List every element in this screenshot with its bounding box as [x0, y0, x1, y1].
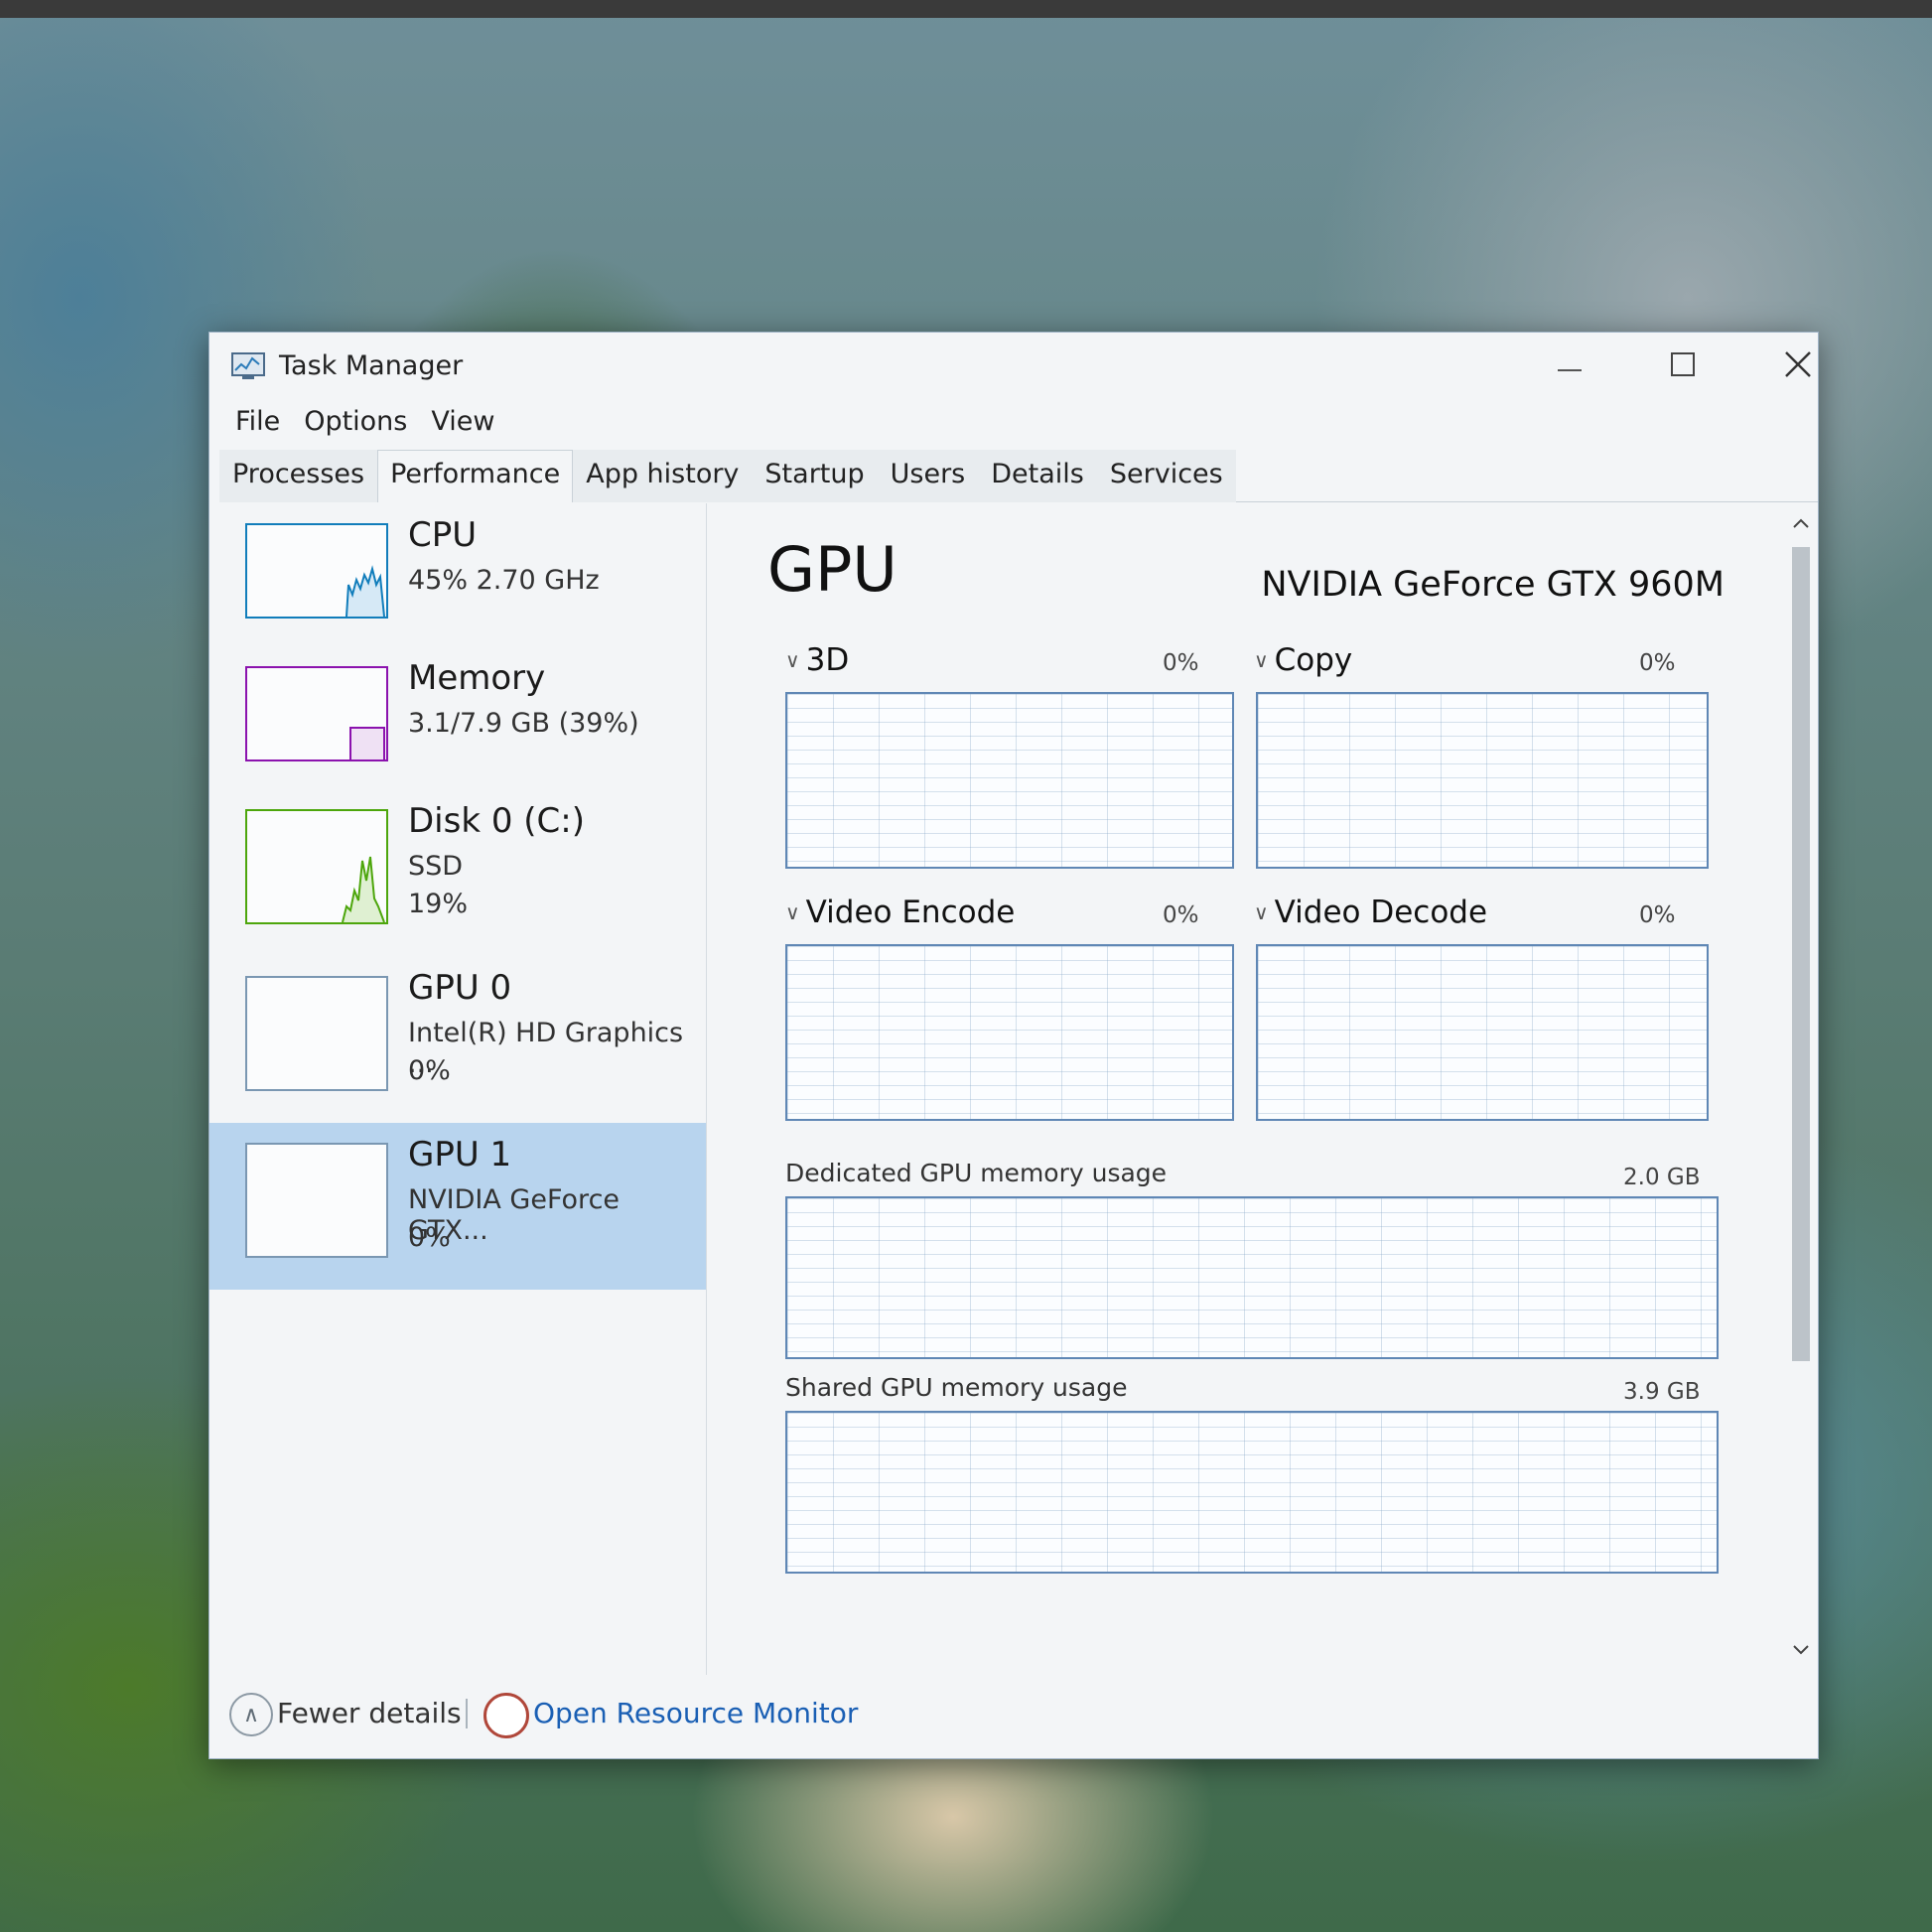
tab-startup[interactable]: Startup: [752, 450, 878, 502]
graph-label: 3D: [805, 642, 850, 678]
chevron-down-icon: ∨: [1254, 900, 1269, 924]
gpu-detail-panel: GPU NVIDIA GeForce GTX 960M ∨ 3D 0% ∨ Co…: [726, 503, 1778, 1675]
screen-bezel: [0, 0, 1932, 18]
graph-video-decode: [1256, 944, 1709, 1121]
scroll-thumb[interactable]: [1792, 547, 1810, 1361]
graph-label: Video Encode: [805, 895, 1016, 930]
page-title: GPU: [767, 533, 897, 606]
chevron-down-icon: ∨: [1254, 648, 1269, 672]
graph-percent: 0%: [1163, 650, 1199, 676]
task-manager-icon: [231, 352, 265, 380]
footer-bar: ∧ Fewer details Open Resource Monitor: [209, 1675, 1818, 1758]
sidebar-item-detail: NVIDIA GeForce GTX...: [408, 1184, 621, 1246]
task-manager-window: Task Manager File Options View Processes…: [208, 332, 1819, 1759]
tab-processes[interactable]: Processes: [219, 450, 378, 502]
sidebar-item-title: GPU 1: [408, 1135, 512, 1174]
menu-bar: File Options View: [223, 406, 506, 437]
chevron-down-icon: ∨: [785, 900, 800, 924]
desktop-wallpaper: Task Manager File Options View Processes…: [0, 0, 1932, 1932]
resource-monitor-icon[interactable]: [483, 1693, 529, 1738]
maximize-icon: [1671, 352, 1695, 376]
sidebar-item-title: GPU 0: [408, 968, 512, 1008]
tab-app-history[interactable]: App history: [573, 450, 753, 502]
sidebar-item-detail: 3.1/7.9 GB (39%): [408, 708, 639, 739]
graph-percent: 0%: [1639, 650, 1676, 676]
close-button[interactable]: [1758, 343, 1838, 386]
shared-memory-graph: [785, 1411, 1719, 1574]
dedicated-memory-label: Dedicated GPU memory usage: [785, 1159, 1168, 1187]
graph-percent: 0%: [1639, 902, 1676, 928]
disk-mini-graph: [245, 809, 388, 924]
tab-users[interactable]: Users: [877, 450, 979, 502]
chevron-up-circle-icon[interactable]: ∧: [229, 1693, 273, 1736]
title-bar[interactable]: Task Manager: [209, 333, 1818, 396]
graph-selector-video-decode[interactable]: ∨ Video Decode: [1254, 895, 1487, 930]
scroll-up-icon[interactable]: [1788, 511, 1814, 537]
tab-services[interactable]: Services: [1096, 450, 1236, 502]
gpu0-mini-graph: [245, 976, 388, 1091]
sidebar-item-percent: 0%: [408, 1055, 451, 1086]
tab-bar: Processes Performance App history Startu…: [219, 450, 1818, 502]
maximize-button[interactable]: [1643, 343, 1723, 386]
sidebar-item-cpu[interactable]: CPU 45% 2.70 GHz: [209, 503, 706, 670]
tab-details[interactable]: Details: [978, 450, 1097, 502]
sidebar-item-detail: SSD: [408, 851, 464, 882]
sidebar-item-title: CPU: [408, 515, 478, 555]
window-title: Task Manager: [279, 350, 464, 381]
sidebar-item-percent: 0%: [408, 1222, 451, 1253]
menu-file[interactable]: File: [223, 406, 292, 437]
chevron-down-icon: ∨: [785, 648, 800, 672]
close-icon: [1785, 351, 1811, 377]
graph-label: Copy: [1274, 642, 1353, 678]
graph-selector-copy[interactable]: ∨ Copy: [1254, 642, 1352, 678]
graph-label: Video Decode: [1274, 895, 1488, 930]
tab-performance[interactable]: Performance: [377, 450, 574, 502]
dedicated-memory-value: 2.0 GB: [1623, 1165, 1701, 1190]
cpu-mini-graph: [245, 523, 388, 619]
shared-memory-label: Shared GPU memory usage: [785, 1373, 1128, 1402]
footer-divider: [466, 1699, 468, 1728]
performance-sidebar: CPU 45% 2.70 GHz Memory 3.1/7.9 GB (39%): [209, 503, 707, 1675]
minimize-button[interactable]: [1530, 343, 1609, 386]
shared-memory-value: 3.9 GB: [1623, 1379, 1701, 1405]
sidebar-item-title: Disk 0 (C:): [408, 801, 586, 841]
main-scrollbar[interactable]: [1788, 511, 1814, 1663]
gpu-device-name: NVIDIA GeForce GTX 960M: [1261, 565, 1725, 605]
sidebar-item-title: Memory: [408, 658, 546, 698]
sidebar-item-memory[interactable]: Memory 3.1/7.9 GB (39%): [209, 646, 706, 813]
graph-percent: 0%: [1163, 902, 1199, 928]
open-resource-monitor-link[interactable]: Open Resource Monitor: [533, 1697, 858, 1729]
dedicated-memory-graph: [785, 1196, 1719, 1359]
scroll-down-icon[interactable]: [1788, 1637, 1814, 1663]
graph-video-encode: [785, 944, 1234, 1121]
memory-mini-graph: [245, 666, 388, 761]
gpu1-mini-graph: [245, 1143, 388, 1258]
graph-copy: [1256, 692, 1709, 869]
fewer-details-button[interactable]: Fewer details: [277, 1697, 462, 1729]
sidebar-item-disk[interactable]: Disk 0 (C:) SSD 19%: [209, 789, 706, 956]
sidebar-item-gpu-0[interactable]: GPU 0 Intel(R) HD Graphics ... 0%: [209, 956, 706, 1123]
menu-view[interactable]: View: [419, 406, 506, 437]
graph-3d: [785, 692, 1234, 869]
minimize-icon: [1558, 369, 1582, 371]
graph-selector-3d[interactable]: ∨ 3D: [785, 642, 849, 678]
sidebar-item-gpu-1[interactable]: GPU 1 NVIDIA GeForce GTX... 0%: [209, 1123, 706, 1290]
sidebar-item-detail: Intel(R) HD Graphics ...: [408, 1018, 684, 1079]
menu-options[interactable]: Options: [292, 406, 419, 437]
sidebar-item-detail: 45% 2.70 GHz: [408, 565, 600, 596]
graph-selector-video-encode[interactable]: ∨ Video Encode: [785, 895, 1015, 930]
sidebar-item-percent: 19%: [408, 889, 469, 919]
